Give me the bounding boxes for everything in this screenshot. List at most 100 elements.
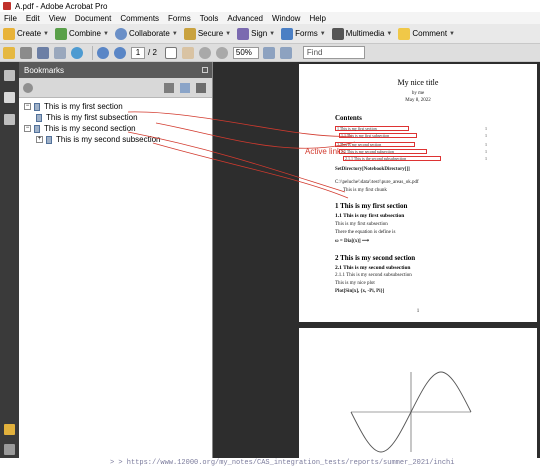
toc-page: 1 bbox=[485, 156, 487, 161]
bookmark-item[interactable]: This is my first subsection bbox=[19, 112, 212, 123]
close-icon[interactable] bbox=[202, 67, 208, 73]
options-icon[interactable] bbox=[23, 82, 33, 93]
email-icon[interactable] bbox=[54, 46, 66, 59]
previous-page-icon[interactable] bbox=[97, 46, 109, 59]
menu-help[interactable]: Help bbox=[309, 14, 325, 23]
bookmarks-toolbar bbox=[19, 78, 212, 98]
bookmarks-tree: − This is my first section This is my fi… bbox=[19, 98, 212, 145]
doc-author: by me bbox=[411, 91, 425, 96]
page-total: / 2 bbox=[148, 48, 157, 57]
document-workarea: My nice title by me May 8, 2022 Contents… bbox=[213, 62, 540, 458]
toc-entry[interactable]: 2.1.1 This is the second subsubsection bbox=[345, 156, 406, 161]
bookmark-item[interactable]: − This is my second section bbox=[19, 123, 212, 134]
menu-edit[interactable]: Edit bbox=[26, 14, 40, 23]
print-icon[interactable] bbox=[20, 46, 32, 59]
combine-button[interactable]: Combine ▼ bbox=[54, 26, 109, 42]
toc-entry[interactable]: 2.1 This is my second subsection bbox=[341, 149, 394, 154]
menu-file[interactable]: File bbox=[4, 14, 17, 23]
menu-comments[interactable]: Comments bbox=[120, 14, 159, 23]
task-toolbar: Create ▼ Combine ▼ Collaborate ▼ Secure ▼ Si… bbox=[0, 24, 540, 44]
sign-label: Sign bbox=[251, 29, 268, 38]
subsection-1-1-text: This is my first subsection bbox=[335, 222, 388, 227]
toc-entry[interactable]: 1 This is my first section bbox=[337, 126, 377, 131]
page-number-input[interactable]: 1 bbox=[131, 46, 145, 59]
fit-page-icon[interactable] bbox=[262, 46, 275, 59]
menu-forms[interactable]: Forms bbox=[168, 14, 191, 23]
toc-page: 1 bbox=[485, 142, 487, 147]
comment-button[interactable]: Comment ▼ bbox=[398, 26, 455, 42]
bookmark-page-icon bbox=[36, 113, 42, 122]
chevron-down-icon: ▼ bbox=[386, 30, 393, 37]
find-input[interactable]: Find bbox=[302, 46, 365, 59]
forms-button[interactable]: Forms ▼ bbox=[281, 26, 326, 42]
bookmark-page-icon bbox=[46, 135, 52, 144]
doc-title: My nice title bbox=[397, 78, 439, 87]
expand-icon[interactable]: + bbox=[36, 136, 43, 143]
bookmarks-icon[interactable] bbox=[4, 92, 15, 103]
menu-view[interactable]: View bbox=[49, 14, 66, 23]
chevron-down-icon: ▼ bbox=[171, 30, 178, 37]
collaborate-label: Collaborate bbox=[128, 29, 170, 38]
expand-icon[interactable] bbox=[196, 82, 206, 93]
zoom-select[interactable]: 50% bbox=[232, 46, 259, 59]
open-folder-icon[interactable] bbox=[3, 46, 15, 59]
select-tool-icon[interactable] bbox=[164, 46, 177, 59]
pdf-page-1: My nice title by me May 8, 2022 Contents… bbox=[299, 64, 537, 322]
section-1-heading: 1 This is my first section bbox=[335, 202, 408, 210]
signatures-icon[interactable] bbox=[4, 114, 15, 125]
plot-command: Plot[Sin[x], {x, -Pi, Pi}] bbox=[335, 289, 385, 294]
chevron-down-icon: ▼ bbox=[449, 30, 455, 37]
multimedia-label: Multimedia bbox=[345, 29, 385, 38]
attachment-icon[interactable] bbox=[4, 444, 15, 455]
zoom-in-icon[interactable] bbox=[215, 46, 228, 59]
pdf-page-2 bbox=[299, 328, 537, 458]
fit-width-icon[interactable] bbox=[279, 46, 292, 59]
comments-icon[interactable] bbox=[4, 424, 15, 435]
collaborate-button[interactable]: Collaborate ▼ bbox=[114, 26, 178, 42]
delete-icon[interactable] bbox=[164, 82, 174, 93]
create-icon bbox=[3, 27, 15, 40]
zoom-out-icon[interactable] bbox=[198, 46, 211, 59]
create-button[interactable]: Create ▼ bbox=[3, 26, 49, 42]
bookmark-label: This is my first section bbox=[44, 102, 123, 111]
bookmark-label: This is my first subsection bbox=[46, 113, 138, 122]
new-bookmark-icon[interactable] bbox=[180, 82, 190, 93]
chevron-down-icon: ▼ bbox=[269, 30, 276, 37]
pen-icon bbox=[237, 27, 250, 40]
bookmarks-title: Bookmarks bbox=[24, 65, 65, 75]
pages-icon[interactable] bbox=[4, 70, 15, 81]
toc-page: 1 bbox=[485, 133, 487, 138]
subsubsection-heading: 2.1.1 This is my second subsubsection bbox=[335, 273, 412, 278]
globe-icon[interactable] bbox=[71, 46, 83, 59]
collapse-icon[interactable]: − bbox=[24, 125, 31, 132]
acrobat-app-icon bbox=[3, 2, 11, 10]
chevron-down-icon: ▼ bbox=[43, 30, 49, 37]
toc-entry[interactable]: 1.1 This is my first subsection bbox=[341, 133, 389, 138]
sign-button[interactable]: Sign ▼ bbox=[237, 26, 275, 42]
save-icon[interactable] bbox=[37, 46, 49, 59]
bookmark-label: This is my second section bbox=[44, 124, 136, 133]
multimedia-button[interactable]: Multimedia ▼ bbox=[331, 26, 393, 42]
next-page-icon[interactable] bbox=[114, 46, 126, 59]
sine-plot bbox=[350, 371, 472, 453]
collapse-icon[interactable]: − bbox=[24, 103, 31, 110]
page-number: 1 bbox=[416, 309, 420, 314]
formula: ω = Dia[(x)] ⟶ bbox=[335, 239, 370, 244]
combine-label: Combine bbox=[68, 29, 101, 38]
bookmark-page-icon bbox=[34, 124, 40, 133]
bookmark-item[interactable]: + This is my second subsection bbox=[19, 134, 212, 145]
create-label: Create bbox=[17, 29, 42, 38]
menu-tools[interactable]: Tools bbox=[200, 14, 219, 23]
page-toolbar: 1 / 2 50% Find bbox=[0, 44, 540, 62]
comment-icon bbox=[398, 27, 411, 40]
menu-window[interactable]: Window bbox=[272, 14, 300, 23]
secure-button[interactable]: Secure ▼ bbox=[183, 26, 231, 42]
bookmark-item[interactable]: − This is my first section bbox=[19, 101, 212, 112]
plot-text: This is my nice plot bbox=[335, 281, 375, 286]
hand-tool-icon[interactable] bbox=[181, 46, 194, 59]
menu-advanced[interactable]: Advanced bbox=[227, 14, 263, 23]
formula-text: There the equation is define is bbox=[335, 230, 396, 235]
menu-document[interactable]: Document bbox=[75, 14, 111, 23]
chevron-down-icon: ▼ bbox=[102, 30, 109, 37]
toc-page: 1 bbox=[485, 126, 487, 131]
